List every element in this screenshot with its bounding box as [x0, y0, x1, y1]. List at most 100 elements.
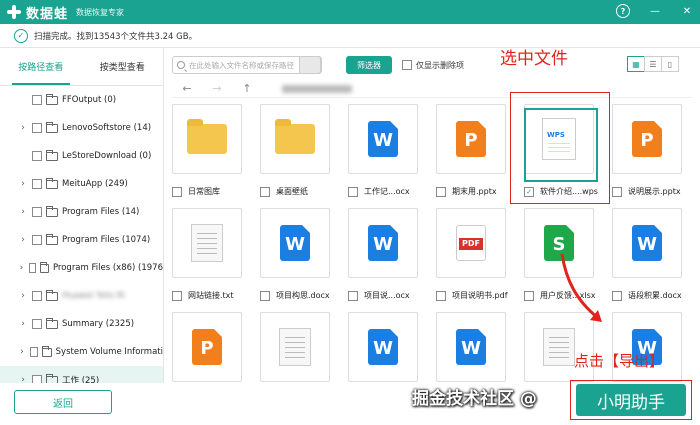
- checkbox[interactable]: [348, 186, 358, 197]
- checkbox[interactable]: [436, 290, 446, 301]
- tab-by-type[interactable]: 按类型查看: [82, 48, 164, 85]
- file-thumbnail[interactable]: W: [348, 104, 418, 174]
- list-view-icon[interactable]: ☰: [644, 56, 662, 72]
- file-grid: 日常图库 桌面壁纸 W 工作记...ocx P 期末用.pptx WPS ✓ 软件介绍....w…: [172, 104, 690, 383]
- chevron-right-icon[interactable]: ›: [18, 375, 28, 383]
- tree-item[interactable]: › LenovoSoftstore (14): [0, 114, 163, 142]
- file-item[interactable]: W 项目说...ocx: [348, 208, 434, 301]
- tree-item[interactable]: › Program Files (1074): [0, 226, 163, 254]
- checkbox[interactable]: [32, 375, 42, 383]
- checkbox[interactable]: [524, 290, 534, 301]
- checkbox[interactable]: [436, 186, 446, 197]
- file-glyph: P: [640, 130, 654, 151]
- checkbox[interactable]: [32, 123, 42, 133]
- checkbox[interactable]: [32, 179, 42, 189]
- back-arrow-icon[interactable]: ←: [172, 82, 202, 95]
- chevron-right-icon[interactable]: ›: [18, 123, 28, 133]
- file-item[interactable]: W 语段积累.docx: [612, 208, 690, 301]
- checkbox[interactable]: [260, 186, 270, 197]
- tree-item[interactable]: › Program Files (14): [0, 198, 163, 226]
- file-item[interactable]: W: [612, 312, 690, 382]
- tree-item[interactable]: › 工作 (25): [0, 366, 163, 383]
- file-item[interactable]: W: [436, 312, 522, 382]
- checkbox[interactable]: [32, 235, 42, 245]
- cross-logo-icon: [6, 4, 22, 20]
- tree-item[interactable]: › Program Files (x86) (1976: [0, 254, 163, 282]
- file-thumbnail[interactable]: [172, 208, 242, 278]
- tree-item[interactable]: ›LeStoreDownload (0): [0, 142, 163, 170]
- file-thumbnail[interactable]: [260, 312, 330, 382]
- selection-annotation-box: [510, 92, 610, 204]
- file-thumbnail[interactable]: W: [348, 312, 418, 382]
- tree-item-label: LeStoreDownload (0): [62, 151, 152, 161]
- close-icon[interactable]: ✕: [680, 4, 694, 18]
- folder-tree-panel: 按路径查看 按类型查看 ›FFOutput (0) › LenovoSoftstor…: [0, 48, 164, 383]
- checkbox[interactable]: [612, 290, 622, 301]
- file-item[interactable]: W 项目构思.docx: [260, 208, 346, 301]
- file-item[interactable]: W 工作记...ocx: [348, 104, 434, 197]
- tree-item[interactable]: › System Volume Informati: [0, 338, 163, 366]
- file-thumbnail[interactable]: W: [612, 208, 682, 278]
- tab-by-path[interactable]: 按路径查看: [0, 48, 82, 85]
- search-input[interactable]: 在此处输入文件名称或保存路径: [172, 56, 322, 74]
- checkbox[interactable]: [32, 207, 42, 217]
- checkbox[interactable]: [32, 319, 42, 329]
- help-icon[interactable]: ?: [616, 4, 630, 18]
- select-file-annotation: 选中文件: [500, 49, 568, 69]
- only-deleted-toggle[interactable]: 仅显示删除项: [402, 60, 464, 71]
- checkbox[interactable]: [348, 290, 358, 301]
- checkbox[interactable]: [32, 151, 42, 161]
- chevron-right-icon[interactable]: ›: [18, 179, 28, 189]
- file-caption: 项目说...ocx: [348, 290, 448, 301]
- tree-item[interactable]: › Summary (2325): [0, 310, 163, 338]
- checkbox[interactable]: [172, 290, 182, 301]
- file-item[interactable]: P: [172, 312, 258, 382]
- file-thumbnail[interactable]: W: [260, 208, 330, 278]
- checkbox[interactable]: [612, 186, 622, 197]
- file-item[interactable]: PDF 项目说明书.pdf: [436, 208, 522, 301]
- back-button[interactable]: 返回: [14, 390, 112, 414]
- tree-item[interactable]: › Huawei Yoto Ri: [0, 282, 163, 310]
- file-thumbnail[interactable]: [172, 104, 242, 174]
- file-item[interactable]: P 说明展示.pptx: [612, 104, 690, 197]
- file-glyph: W: [461, 338, 481, 359]
- checkbox[interactable]: [29, 347, 38, 357]
- tree-item-label: LenovoSoftstore (14): [62, 123, 152, 133]
- search-button[interactable]: [299, 56, 321, 74]
- file-thumbnail[interactable]: P: [612, 104, 682, 174]
- chevron-right-icon[interactable]: ›: [18, 263, 25, 273]
- tree-item[interactable]: ›FFOutput (0): [0, 86, 163, 114]
- checkbox[interactable]: [32, 291, 42, 301]
- file-item[interactable]: [260, 312, 346, 382]
- file-thumbnail[interactable]: [260, 104, 330, 174]
- forward-arrow-icon[interactable]: →: [202, 82, 232, 95]
- checkbox[interactable]: [172, 186, 182, 197]
- file-item[interactable]: 网站链接.txt: [172, 208, 258, 301]
- up-arrow-icon[interactable]: ↑: [232, 82, 262, 95]
- checkbox[interactable]: [28, 263, 37, 273]
- checkbox[interactable]: [260, 290, 270, 301]
- file-item[interactable]: W: [348, 312, 434, 382]
- chevron-right-icon[interactable]: ›: [18, 319, 28, 329]
- file-thumbnail[interactable]: W: [612, 312, 682, 382]
- minimize-icon[interactable]: —: [648, 4, 662, 18]
- chevron-right-icon[interactable]: ›: [18, 235, 28, 245]
- grid-view-icon[interactable]: ▦: [627, 56, 645, 72]
- file-thumbnail[interactable]: P: [172, 312, 242, 382]
- chevron-right-icon[interactable]: ›: [18, 291, 28, 301]
- detail-view-icon[interactable]: ▯: [661, 56, 679, 72]
- file-thumbnail[interactable]: W: [436, 312, 506, 382]
- filter-button[interactable]: 筛选器: [346, 56, 392, 74]
- folder-icon: [40, 261, 49, 273]
- tree-item[interactable]: › MeituApp (249): [0, 170, 163, 198]
- chevron-right-icon[interactable]: ›: [18, 207, 28, 217]
- checkbox[interactable]: [402, 60, 412, 70]
- file-item[interactable]: 日常图库: [172, 104, 258, 197]
- word-file-icon: W: [368, 329, 398, 365]
- file-thumbnail[interactable]: W: [348, 208, 418, 278]
- file-item[interactable]: 桌面壁纸: [260, 104, 346, 197]
- file-thumbnail[interactable]: PDF: [436, 208, 506, 278]
- chevron-right-icon[interactable]: ›: [18, 347, 26, 357]
- file-thumbnail[interactable]: P: [436, 104, 506, 174]
- checkbox[interactable]: [32, 95, 42, 105]
